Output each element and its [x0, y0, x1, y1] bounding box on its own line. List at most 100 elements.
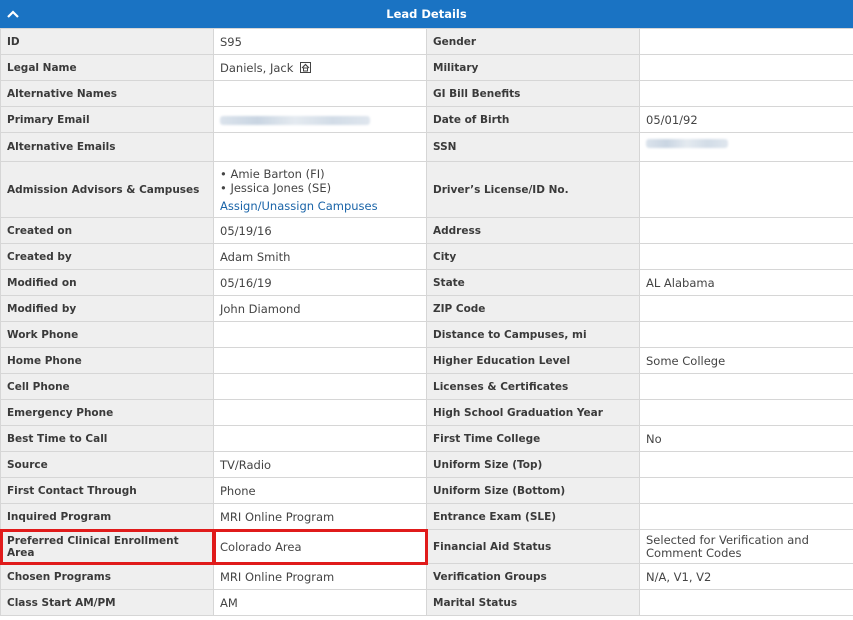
field-label: Chosen Programs	[0, 563, 214, 590]
field-label: Primary Email	[0, 106, 214, 133]
table-row: Alternative Names GI Bill Benefits	[0, 80, 853, 107]
advisors-value: • Amie Barton (FI) • Jessica Jones (SE) …	[213, 161, 427, 218]
field-label: Alternative Names	[0, 80, 214, 107]
field-value	[213, 425, 427, 452]
table-row: ID S95 Gender	[0, 28, 853, 55]
field-label: Cell Phone	[0, 373, 214, 400]
field-value: Adam Smith	[213, 243, 427, 270]
ssn-value	[639, 132, 853, 162]
field-label: Distance to Campuses, mi	[426, 321, 640, 348]
field-label: Address	[426, 217, 640, 244]
home-icon[interactable]	[300, 61, 312, 73]
table-row: Source TV/Radio Uniform Size (Top)	[0, 451, 853, 478]
preferred-area-value: Colorado Area	[212, 528, 428, 565]
field-value	[213, 373, 427, 400]
field-label: First Time College	[426, 425, 640, 452]
field-value	[213, 399, 427, 426]
field-value	[639, 477, 853, 504]
field-value	[213, 80, 427, 107]
field-value: 05/19/16	[213, 217, 427, 244]
field-label: Uniform Size (Top)	[426, 451, 640, 478]
table-row: Chosen Programs MRI Online Program Verif…	[0, 563, 853, 590]
field-label: City	[426, 243, 640, 270]
field-label: Modified by	[0, 295, 214, 322]
preferred-area-label: Preferred Clinical Enrollment Area	[0, 528, 215, 565]
redacted-ssn	[646, 139, 728, 148]
field-label: High School Graduation Year	[426, 399, 640, 426]
field-value	[639, 80, 853, 107]
field-value	[639, 399, 853, 426]
table-row: Work Phone Distance to Campuses, mi	[0, 321, 853, 348]
field-value	[639, 217, 853, 244]
field-value: TV/Radio	[213, 451, 427, 478]
field-label: SSN	[426, 132, 640, 162]
field-value	[639, 589, 853, 616]
field-label: Inquired Program	[0, 503, 214, 530]
lead-details-table: ID S95 Gender Legal Name Daniels, Jack M…	[0, 28, 853, 616]
field-label: Admission Advisors & Campuses	[0, 161, 214, 218]
table-row: Cell Phone Licenses & Certificates	[0, 373, 853, 400]
redacted-email	[220, 115, 370, 125]
list-item: • Jessica Jones (SE)	[220, 180, 332, 195]
field-label: Created by	[0, 243, 214, 270]
field-value: 05/16/19	[213, 269, 427, 296]
field-label: Driver’s License/ID No.	[426, 161, 640, 218]
field-label: GI Bill Benefits	[426, 80, 640, 107]
field-value: N/A, V1, V2	[639, 563, 853, 590]
financial-aid-line: Comment Codes	[646, 545, 742, 560]
field-value: MRI Online Program	[213, 503, 427, 530]
table-row: Modified by John Diamond ZIP Code	[0, 295, 853, 322]
table-row: Inquired Program MRI Online Program Entr…	[0, 503, 853, 530]
table-row: Best Time to Call First Time College No	[0, 425, 853, 452]
table-row: First Contact Through Phone Uniform Size…	[0, 477, 853, 504]
field-value: Phone	[213, 477, 427, 504]
field-value: No	[639, 425, 853, 452]
advisor-name: Jessica Jones (SE)	[230, 180, 332, 195]
field-label: Marital Status	[426, 589, 640, 616]
field-value: S95	[213, 28, 427, 55]
field-value	[639, 321, 853, 348]
field-value	[639, 451, 853, 478]
field-label: Gender	[426, 28, 640, 55]
field-value	[639, 295, 853, 322]
field-value: AL Alabama	[639, 269, 853, 296]
field-label: Modified on	[0, 269, 214, 296]
field-label: Alternative Emails	[0, 132, 214, 162]
field-value: Some College	[639, 347, 853, 374]
field-value: AM	[213, 589, 427, 616]
field-label: Uniform Size (Bottom)	[426, 477, 640, 504]
primary-email-value	[213, 106, 427, 133]
table-row: Preferred Clinical Enrollment Area Color…	[0, 528, 853, 565]
table-row: Emergency Phone High School Graduation Y…	[0, 399, 853, 426]
table-row: Modified on 05/16/19 State AL Alabama	[0, 269, 853, 296]
field-value	[213, 347, 427, 374]
field-label: Higher Education Level	[426, 347, 640, 374]
table-row: Class Start AM/PM AM Marital Status	[0, 589, 853, 616]
field-label: Date of Birth	[426, 106, 640, 133]
field-label: ZIP Code	[426, 295, 640, 322]
field-label: Military	[426, 54, 640, 81]
table-row: Legal Name Daniels, Jack Military	[0, 54, 853, 81]
assign-campuses-link[interactable]: Assign/Unassign Campuses	[220, 199, 378, 213]
table-row: Created by Adam Smith City	[0, 243, 853, 270]
table-row: Admission Advisors & Campuses • Amie Bar…	[0, 161, 853, 218]
field-value	[639, 28, 853, 55]
advisor-name: Amie Barton (FI)	[230, 166, 325, 181]
field-label: First Contact Through	[0, 477, 214, 504]
field-value	[639, 373, 853, 400]
legal-name-value: Daniels, Jack	[220, 60, 294, 75]
field-value: Daniels, Jack	[213, 54, 427, 81]
table-row: Primary Email Date of Birth 05/01/92	[0, 106, 853, 133]
list-item: • Amie Barton (FI)	[220, 166, 325, 181]
table-row: Created on 05/19/16 Address	[0, 217, 853, 244]
field-label: Entrance Exam (SLE)	[426, 503, 640, 530]
table-row: Home Phone Higher Education Level Some C…	[0, 347, 853, 374]
financial-aid-status-value: Selected for Verification and Comment Co…	[639, 529, 853, 564]
field-label: State	[426, 269, 640, 296]
financial-aid-line: Selected for Verification and	[646, 532, 809, 547]
chevron-up-icon[interactable]	[6, 8, 20, 20]
field-label: Emergency Phone	[0, 399, 214, 426]
field-value: John Diamond	[213, 295, 427, 322]
field-label: Legal Name	[0, 54, 214, 81]
field-label: ID	[0, 28, 214, 55]
